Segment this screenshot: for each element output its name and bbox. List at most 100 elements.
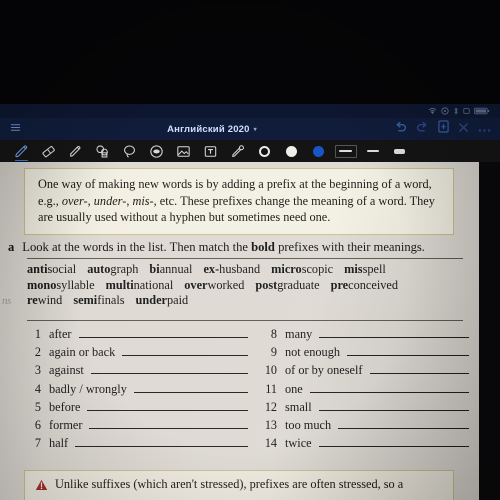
word-bank-item: misspell xyxy=(344,262,386,276)
highlighter-tool[interactable] xyxy=(62,140,89,162)
lasso-tool[interactable] xyxy=(116,140,143,162)
prefix-bold: over xyxy=(184,277,208,292)
word-bank-item: antisocial xyxy=(27,262,76,276)
document-title-area[interactable]: Английский 2020 ▾ xyxy=(30,124,394,135)
example-mis: mis- xyxy=(132,193,154,208)
warning-callout: Unlike suffixes (which aren't stressed),… xyxy=(24,470,454,500)
image-tool[interactable] xyxy=(170,140,197,162)
word-bank-item: microscopic xyxy=(271,262,333,276)
stroke-width-thick[interactable] xyxy=(386,140,413,162)
redo-button[interactable] xyxy=(416,120,429,138)
answer-row: 6 former xyxy=(22,418,252,436)
word-stem: conceived xyxy=(348,277,398,292)
prefix-bold: mono xyxy=(27,277,57,292)
answer-row: 1 after xyxy=(22,327,252,345)
answer-row: 4 badly / wrongly xyxy=(22,382,252,400)
word-bank-item: biannual xyxy=(149,262,192,276)
shapes-tool[interactable] xyxy=(89,140,116,162)
word-bank-item: monosyllable xyxy=(27,278,95,292)
answer-number: 12 xyxy=(264,399,277,414)
page-title: Английский 2020 xyxy=(167,123,250,135)
pen-toolbar xyxy=(0,140,500,162)
chevron-down-icon[interactable]: ▾ xyxy=(254,126,257,133)
answer-meaning-label: former xyxy=(49,417,83,432)
more-button[interactable] xyxy=(478,120,491,138)
answer-meaning-label: after xyxy=(49,327,72,341)
word-bank: antisocial autograph biannual ex-husband mic… xyxy=(27,262,467,309)
menu-button[interactable] xyxy=(0,120,30,138)
word-bank-item: autograph xyxy=(87,262,138,276)
answer-blank[interactable] xyxy=(122,345,248,357)
answer-blank[interactable] xyxy=(133,382,248,393)
answer-meaning-label: before xyxy=(49,399,81,414)
right-bezel xyxy=(479,162,500,500)
exercise-instruction: Look at the words in the list. Then matc… xyxy=(22,240,425,254)
answer-blank[interactable] xyxy=(87,400,248,411)
answer-blank[interactable] xyxy=(338,418,469,429)
answer-blank[interactable] xyxy=(309,382,469,393)
answer-blank[interactable] xyxy=(369,363,469,375)
color-swatch-white[interactable] xyxy=(278,140,305,162)
word-stem: wind xyxy=(37,293,63,308)
worksheet-page[interactable]: One way of making new words is by adding… xyxy=(0,162,479,500)
answer-blank[interactable] xyxy=(89,418,248,429)
answer-meaning-label: twice xyxy=(285,436,312,451)
prefix-bold: multi xyxy=(105,277,134,292)
eyedropper-tool[interactable] xyxy=(224,140,251,162)
exercise-letter: a xyxy=(8,240,15,254)
answer-blank[interactable] xyxy=(318,400,469,411)
color-swatch-blue[interactable] xyxy=(305,140,332,162)
prefix-bold: post xyxy=(255,277,278,292)
answer-number: 13 xyxy=(264,417,277,432)
prefix-bold: auto xyxy=(87,262,111,276)
exercise-a-heading: a Look at the words in the list. Then ma… xyxy=(8,240,478,255)
document-button[interactable] xyxy=(438,120,449,138)
blue-color-dot xyxy=(313,145,324,157)
answer-blank[interactable] xyxy=(318,436,469,448)
word-bank-item: ex-husband xyxy=(203,262,260,276)
prefix-bold: under xyxy=(135,293,167,308)
answer-number: 6 xyxy=(34,417,41,432)
word-bank-item: rewind xyxy=(27,293,62,307)
answer-row: 9 not enough xyxy=(258,345,473,363)
answer-row: 12 small xyxy=(258,400,473,418)
answer-number: 14 xyxy=(264,436,277,451)
answer-blank[interactable] xyxy=(347,345,469,357)
wordbank-rule-top xyxy=(27,258,463,259)
word-stem: worked xyxy=(207,277,245,292)
wordbank-rule-bottom xyxy=(27,320,463,321)
answer-row: 14 twice xyxy=(258,436,473,454)
answer-number: 5 xyxy=(34,399,41,414)
word-bank-row: monosyllable multinational overworked postg… xyxy=(27,278,467,294)
close-button[interactable] xyxy=(458,120,469,138)
stroke-width-medium[interactable] xyxy=(359,140,386,162)
answer-number: 3 xyxy=(34,363,41,378)
answer-meaning-label: against xyxy=(49,363,84,378)
color-swatch-black[interactable] xyxy=(251,140,278,162)
prefix-bold: pre xyxy=(330,277,349,292)
answer-blank[interactable] xyxy=(75,436,248,448)
warning-text: Unlike suffixes (which aren't stressed),… xyxy=(55,477,404,491)
ellipse-tool[interactable] xyxy=(143,140,170,162)
answer-blank[interactable] xyxy=(90,363,248,375)
stroke-width-thin[interactable] xyxy=(332,140,359,162)
answer-row: 3 against xyxy=(22,363,252,381)
undo-button[interactable] xyxy=(394,120,407,138)
word-bank-item: preconceived xyxy=(331,278,398,292)
prefix-bold: mis xyxy=(344,262,363,276)
answer-meaning-label: small xyxy=(285,399,312,414)
pen-tool[interactable] xyxy=(8,140,35,162)
word-stem: social xyxy=(47,262,77,276)
answer-meaning-label: many xyxy=(285,327,313,341)
app-header: Английский 2020 ▾ xyxy=(0,118,500,140)
answer-blank[interactable] xyxy=(319,327,469,338)
answer-number: 9 xyxy=(270,345,277,360)
text-tool[interactable] xyxy=(197,140,224,162)
eraser-tool[interactable] xyxy=(35,140,62,162)
answer-blank[interactable] xyxy=(78,327,248,338)
answer-meaning-label: again or back xyxy=(49,345,116,360)
answer-number: 10 xyxy=(264,363,277,378)
word-stem: annual xyxy=(159,262,193,276)
intro-callout: One way of making new words is by adding… xyxy=(24,168,454,235)
instruction-bold-word: bold xyxy=(251,240,275,254)
